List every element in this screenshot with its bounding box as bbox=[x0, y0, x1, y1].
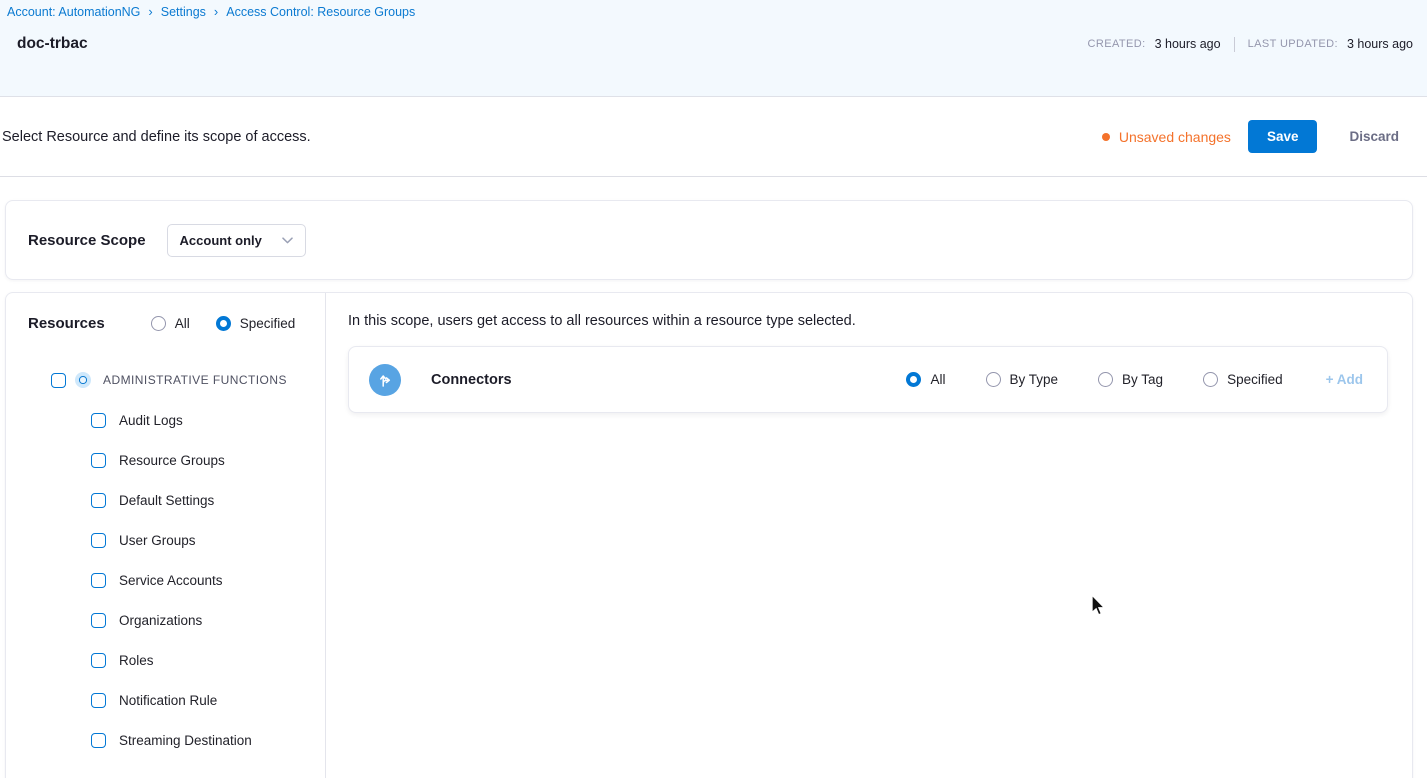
breadcrumb-access-control[interactable]: Access Control: Resource Groups bbox=[226, 5, 415, 19]
tree-item-audit-logs: Audit Logs bbox=[91, 413, 325, 428]
item-label: Roles bbox=[119, 653, 154, 668]
connectors-radio-all[interactable]: All bbox=[906, 372, 945, 387]
tree-item-organizations: Organizations bbox=[91, 613, 325, 628]
item-label: Streaming Destination bbox=[119, 733, 252, 748]
resources-detail-panel: In this scope, users get access to all r… bbox=[326, 293, 1412, 778]
radio-checked-icon bbox=[906, 372, 921, 387]
item-checkbox[interactable] bbox=[91, 493, 106, 508]
toolbar: Select Resource and define its scope of … bbox=[0, 97, 1427, 177]
fork-arrows-icon bbox=[376, 371, 394, 389]
group-checkbox[interactable] bbox=[51, 373, 66, 388]
header-meta: CREATED: 3 hours ago LAST UPDATED: 3 hou… bbox=[1088, 37, 1413, 52]
scope-description: In this scope, users get access to all r… bbox=[348, 313, 1388, 329]
breadcrumb: Account: AutomationNG › Settings › Acces… bbox=[0, 0, 1427, 19]
connectors-row: Connectors All By Type By Tag bbox=[348, 346, 1388, 413]
item-label: Service Accounts bbox=[119, 573, 223, 588]
main-content: Resource Scope Account only Resources Al… bbox=[0, 177, 1427, 778]
save-button[interactable]: Save bbox=[1248, 120, 1318, 153]
resource-type-tree: ADMINISTRATIVE FUNCTIONS Audit Logs Reso… bbox=[28, 372, 325, 748]
item-checkbox[interactable] bbox=[91, 733, 106, 748]
created-value: 3 hours ago bbox=[1155, 37, 1221, 51]
item-label: Default Settings bbox=[119, 493, 214, 508]
discard-button[interactable]: Discard bbox=[1335, 120, 1413, 153]
breadcrumb-settings[interactable]: Settings bbox=[161, 5, 206, 19]
tree-item-service-accounts: Service Accounts bbox=[91, 573, 325, 588]
tree-group-administrative-functions: ADMINISTRATIVE FUNCTIONS bbox=[51, 372, 325, 388]
connectors-icon bbox=[369, 364, 401, 396]
connectors-radio-by-type-label: By Type bbox=[1010, 372, 1059, 387]
connectors-radio-specified[interactable]: Specified bbox=[1203, 372, 1283, 387]
unsaved-changes-label: Unsaved changes bbox=[1119, 129, 1231, 145]
resource-scope-selected-value: Account only bbox=[180, 233, 262, 248]
page-title: doc-trbac bbox=[17, 35, 88, 53]
resources-radio-all-label: All bbox=[175, 316, 190, 331]
connectors-radio-by-type[interactable]: By Type bbox=[986, 372, 1059, 387]
connectors-radio-all-label: All bbox=[930, 372, 945, 387]
connectors-access-options: All By Type By Tag Specified + Add bbox=[866, 372, 1363, 387]
last-updated-value: 3 hours ago bbox=[1347, 37, 1413, 51]
chevron-right-icon: › bbox=[214, 5, 218, 18]
item-label: User Groups bbox=[119, 533, 196, 548]
item-checkbox[interactable] bbox=[91, 413, 106, 428]
breadcrumb-account[interactable]: Account: AutomationNG bbox=[7, 5, 140, 19]
resources-radio-specified[interactable]: Specified bbox=[216, 316, 296, 331]
tree-item-user-groups: User Groups bbox=[91, 533, 325, 548]
resource-scope-card: Resource Scope Account only bbox=[5, 200, 1413, 280]
item-checkbox[interactable] bbox=[91, 653, 106, 668]
resource-scope-label: Resource Scope bbox=[28, 232, 146, 249]
item-label: Notification Rule bbox=[119, 693, 217, 708]
radio-checked-icon bbox=[216, 316, 231, 331]
resources-radio-all[interactable]: All bbox=[151, 316, 190, 331]
account-scope-dot-icon bbox=[79, 376, 87, 384]
unsaved-dot-icon bbox=[1102, 133, 1110, 141]
resources-title: Resources bbox=[28, 315, 105, 332]
radio-unchecked-icon bbox=[151, 316, 166, 331]
radio-unchecked-icon bbox=[1098, 372, 1113, 387]
resource-scope-dropdown[interactable]: Account only bbox=[167, 224, 306, 257]
item-checkbox[interactable] bbox=[91, 533, 106, 548]
item-label: Organizations bbox=[119, 613, 202, 628]
resources-card: Resources All Specified ADMINISTRATIVE F… bbox=[5, 292, 1413, 778]
tree-item-notification-rule: Notification Rule bbox=[91, 693, 325, 708]
meta-divider bbox=[1234, 37, 1235, 52]
tree-item-resource-groups: Resource Groups bbox=[91, 453, 325, 468]
page-header: Account: AutomationNG › Settings › Acces… bbox=[0, 0, 1427, 97]
tree-item-streaming-destination: Streaming Destination bbox=[91, 733, 325, 748]
created-label: CREATED: bbox=[1088, 38, 1146, 50]
tree-item-default-settings: Default Settings bbox=[91, 493, 325, 508]
group-label: ADMINISTRATIVE FUNCTIONS bbox=[103, 373, 287, 387]
connectors-radio-by-tag-label: By Tag bbox=[1122, 372, 1163, 387]
connectors-radio-by-tag[interactable]: By Tag bbox=[1098, 372, 1163, 387]
item-checkbox[interactable] bbox=[91, 613, 106, 628]
connectors-label: Connectors bbox=[431, 372, 512, 388]
item-label: Resource Groups bbox=[119, 453, 225, 468]
last-updated-label: LAST UPDATED: bbox=[1248, 38, 1338, 50]
add-resources-link[interactable]: + Add bbox=[1326, 372, 1363, 387]
item-checkbox[interactable] bbox=[91, 693, 106, 708]
tree-item-roles: Roles bbox=[91, 653, 325, 668]
account-scope-icon bbox=[75, 372, 91, 388]
item-checkbox[interactable] bbox=[91, 573, 106, 588]
radio-unchecked-icon bbox=[986, 372, 1001, 387]
item-label: Audit Logs bbox=[119, 413, 183, 428]
resources-radio-specified-label: Specified bbox=[240, 316, 296, 331]
unsaved-changes-badge: Unsaved changes bbox=[1102, 129, 1231, 145]
resources-left-panel: Resources All Specified ADMINISTRATIVE F… bbox=[6, 293, 326, 778]
chevron-down-icon bbox=[282, 237, 293, 244]
toolbar-description: Select Resource and define its scope of … bbox=[2, 129, 311, 145]
connectors-radio-specified-label: Specified bbox=[1227, 372, 1283, 387]
chevron-right-icon: › bbox=[148, 5, 152, 18]
radio-unchecked-icon bbox=[1203, 372, 1218, 387]
item-checkbox[interactable] bbox=[91, 453, 106, 468]
